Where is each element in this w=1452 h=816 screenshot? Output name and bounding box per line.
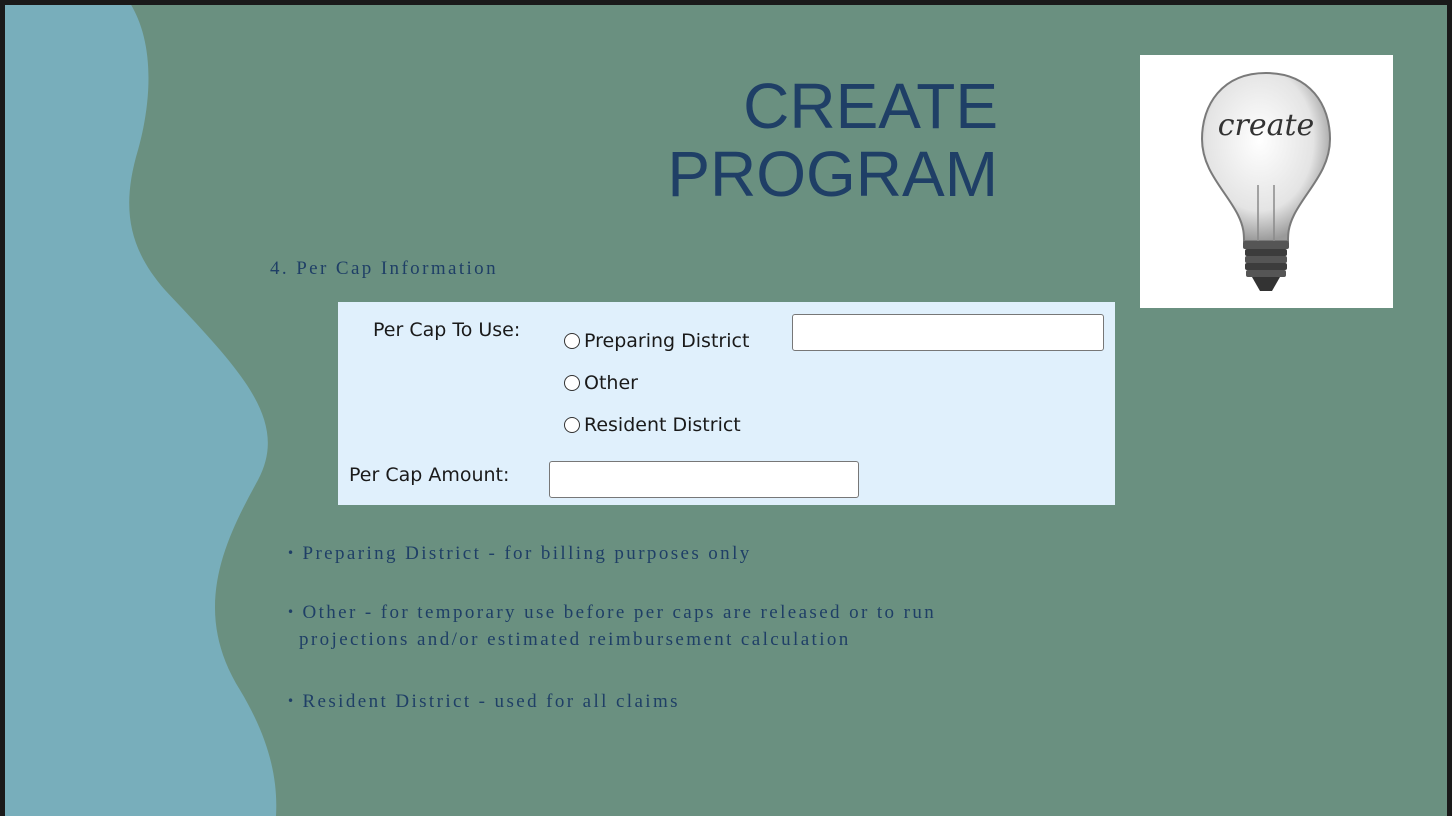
- per-cap-form: Per Cap To Use: Preparing District Other…: [338, 302, 1115, 505]
- radio-other[interactable]: Other: [564, 372, 638, 394]
- bullet-resident-district: • Resident District - used for all claims: [287, 688, 680, 715]
- radio-label-resident-district: Resident District: [584, 414, 741, 436]
- radio-resident-district[interactable]: Resident District: [564, 414, 741, 436]
- frame-left: [0, 0, 5, 816]
- radio-preparing-district[interactable]: Preparing District: [564, 330, 749, 352]
- bullet-preparing-district: • Preparing District - for billing purpos…: [287, 540, 752, 567]
- radio-icon[interactable]: [564, 417, 580, 433]
- title-line-2: PROGRAM: [667, 138, 998, 210]
- bullet-dot-icon: •: [287, 605, 297, 619]
- slide: CREATE PROGRAM create 4. Per Cap Informa…: [0, 0, 1452, 816]
- frame-top: [0, 0, 1452, 5]
- per-cap-amount-label: Per Cap Amount:: [349, 464, 510, 486]
- bullet-text-continued: projections and/or estimated reimburseme…: [299, 629, 851, 650]
- radio-icon[interactable]: [564, 375, 580, 391]
- bullet-text: Other - for temporary use before per cap…: [302, 602, 937, 623]
- slide-title: CREATE PROGRAM: [398, 72, 998, 208]
- bulb-word: create: [1218, 108, 1315, 143]
- lightbulb-icon: create: [1200, 71, 1332, 291]
- lightbulb-image: create: [1140, 55, 1393, 308]
- wave-decoration: [0, 0, 277, 816]
- preparing-district-input[interactable]: [792, 314, 1104, 351]
- radio-label-other: Other: [584, 372, 638, 394]
- radio-label-preparing-district: Preparing District: [584, 330, 750, 352]
- bullet-dot-icon: •: [287, 546, 297, 560]
- bullet-text: Preparing District - for billing purpose…: [302, 543, 752, 564]
- per-cap-amount-input[interactable]: [549, 461, 859, 498]
- bullet-other: • Other - for temporary use before per ca…: [287, 599, 936, 653]
- radio-icon[interactable]: [564, 333, 580, 349]
- bullet-text: Resident District - used for all claims: [302, 691, 680, 712]
- per-cap-to-use-label: Per Cap To Use:: [373, 319, 521, 341]
- title-line-1: CREATE: [743, 70, 998, 142]
- bullet-dot-icon: •: [287, 694, 297, 708]
- section-heading: 4. Per Cap Information: [270, 258, 498, 279]
- frame-right: [1447, 0, 1452, 816]
